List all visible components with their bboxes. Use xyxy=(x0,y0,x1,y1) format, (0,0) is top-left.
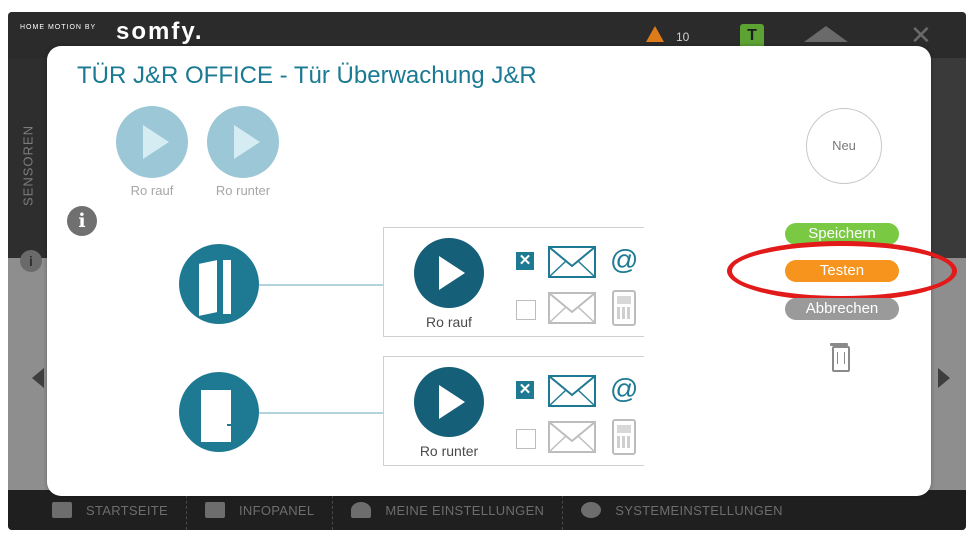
connector-line xyxy=(259,412,383,414)
door-leaf xyxy=(201,390,231,442)
door-leaf xyxy=(199,260,217,316)
nav-startseite[interactable]: STARTSEITE xyxy=(8,490,187,530)
user-icon xyxy=(351,502,372,518)
scenario-label: Ro rauf xyxy=(130,183,174,198)
trash-icon[interactable] xyxy=(830,343,850,372)
nav-right-arrow-icon[interactable] xyxy=(938,368,950,388)
info-icon[interactable]: i xyxy=(67,206,97,236)
phone-icon xyxy=(612,290,636,326)
email-icon xyxy=(548,375,596,407)
side-panel: SENSOREN xyxy=(8,58,48,258)
email-checkbox[interactable]: ✕ xyxy=(516,381,534,399)
nav-label: MEINE EINSTELLUNGEN xyxy=(385,502,545,518)
alert-count: 10 xyxy=(676,30,690,44)
email-checkbox[interactable]: ✕ xyxy=(516,252,534,270)
play-icon xyxy=(439,256,465,290)
nav-label: SYSTEMEINSTELLUNGEN xyxy=(615,502,783,518)
door-frame xyxy=(223,260,231,314)
home-icon[interactable] xyxy=(804,26,848,42)
nav-left-arrow-icon[interactable] xyxy=(32,368,44,388)
cancel-button[interactable]: Abbrechen xyxy=(785,298,899,320)
nav-label: INFOPANEL xyxy=(238,502,315,518)
rule-scenario-button[interactable] xyxy=(414,367,484,437)
home-icon xyxy=(52,502,72,518)
scenario-play-button[interactable] xyxy=(207,106,279,178)
door-open-icon xyxy=(179,244,259,324)
sensor-dialog: TÜR J&R OFFICE - Tür Überwachung J&R Ro … xyxy=(47,46,957,496)
rule-scenario-label: Ro rauf xyxy=(426,314,472,330)
phone-icon xyxy=(612,419,636,455)
sms-checkbox[interactable] xyxy=(516,429,536,449)
play-icon xyxy=(439,385,465,419)
at-icon: @ xyxy=(610,244,639,275)
rule-panel: Ro rauf ✕ @ xyxy=(383,227,644,337)
nav-systemeinstellungen[interactable]: SYSTEMEINSTELLUNGEN xyxy=(563,490,801,530)
nav-label: STARTSEITE xyxy=(86,502,168,518)
sms-email-icon xyxy=(548,292,596,324)
door-closed-icon xyxy=(179,372,259,452)
play-icon xyxy=(143,125,169,159)
rule-panel: Ro runter ✕ @ xyxy=(383,356,644,466)
nav-infopanel[interactable]: INFOPANEL xyxy=(187,490,334,530)
side-info-icon[interactable]: i xyxy=(20,250,42,272)
email-icon xyxy=(548,246,596,278)
brand-logo: somfy. xyxy=(116,18,204,45)
sms-email-icon xyxy=(548,421,596,453)
infopanel-icon xyxy=(204,502,225,518)
scenario-play-button[interactable] xyxy=(116,106,188,178)
profile-badge[interactable]: T xyxy=(740,24,764,48)
dialog-title: TÜR J&R OFFICE - Tür Überwachung J&R xyxy=(77,62,537,89)
side-label[interactable]: SENSOREN xyxy=(21,86,36,246)
warning-icon[interactable] xyxy=(646,26,664,42)
nav-meine-einstellungen[interactable]: MEINE EINSTELLUNGEN xyxy=(333,490,564,530)
brand-tagline: HOME MOTION BY xyxy=(20,24,97,31)
scenario-label: Ro runter xyxy=(215,183,271,198)
new-button[interactable]: Neu xyxy=(806,108,882,184)
at-icon: @ xyxy=(610,373,639,404)
connector-line xyxy=(259,284,383,286)
sms-checkbox[interactable] xyxy=(516,300,536,320)
rule-scenario-button[interactable] xyxy=(414,238,484,308)
rule-scenario-label: Ro runter xyxy=(419,443,479,459)
highlight-ring xyxy=(727,241,957,301)
play-icon xyxy=(234,125,260,159)
door-knob xyxy=(227,424,231,426)
bottom-nav: STARTSEITE INFOPANEL MEINE EINSTELLUNGEN… xyxy=(8,490,966,530)
gear-icon xyxy=(581,502,602,518)
